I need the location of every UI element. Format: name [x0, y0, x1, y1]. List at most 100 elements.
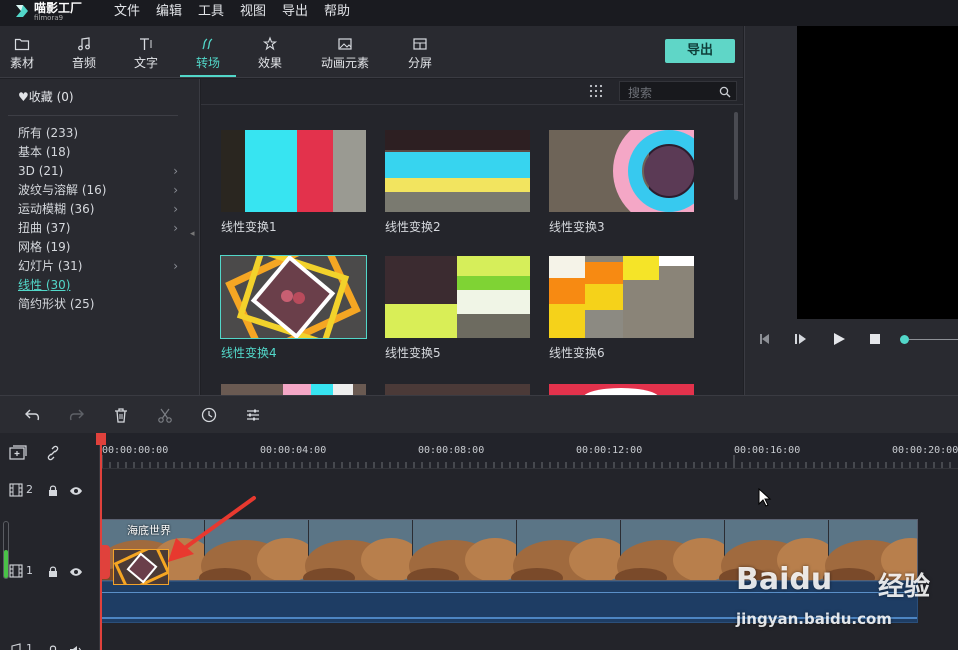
ruler-time-label: 00:00:20:00: [892, 445, 958, 456]
chevron-right-icon: ›: [173, 202, 178, 216]
app-logo: 喵影工厂 filmora9: [14, 2, 82, 24]
tab-label: 动画元素: [320, 56, 369, 70]
playhead[interactable]: [100, 433, 102, 650]
speaker-icon[interactable]: [69, 644, 83, 650]
tab-label: 音频: [71, 56, 96, 70]
chevron-right-icon: ›: [173, 221, 178, 235]
category-label: 幻灯片 (31): [18, 259, 83, 273]
category-sidebar: ♥收藏 (0) 所有 (233) 基本 (18) 3D (21) › 波纹与溶解 …: [0, 79, 200, 395]
tab-label: 转场: [195, 56, 220, 70]
transition-preview-partial: [549, 384, 694, 395]
transition-preview-partial: [385, 384, 530, 395]
grid-view-icon[interactable]: [589, 84, 603, 98]
category-warp[interactable]: 扭曲 (37) ›: [18, 219, 186, 238]
baidu-watermark: Baidu 经验 jingyan.baidu.com: [728, 540, 953, 645]
stop-icon[interactable]: [867, 331, 883, 347]
category-all[interactable]: 所有 (233): [18, 124, 186, 143]
previous-frame-icon[interactable]: [757, 331, 773, 347]
text-icon: [140, 38, 152, 50]
ruler-time-label: 00:00:04:00: [260, 445, 327, 456]
watermark-cn: 经验: [878, 572, 931, 602]
folder-icon: [14, 38, 30, 51]
collapse-sidebar-icon[interactable]: ◂: [190, 229, 195, 239]
category-label: 简约形状 (25): [18, 297, 95, 311]
category-simple-shapes[interactable]: 简约形状 (25): [18, 295, 186, 314]
speed-clock-icon[interactable]: [200, 406, 218, 424]
image-icon: [338, 38, 352, 50]
tab-elements[interactable]: 动画元素: [314, 26, 376, 77]
tab-split-screen[interactable]: 分屏: [392, 26, 448, 77]
tab-transitions[interactable]: 转场: [180, 26, 236, 77]
lock-icon[interactable]: [46, 565, 60, 579]
category-ripple-dissolve[interactable]: 波纹与溶解 (16) ›: [18, 181, 186, 200]
search-icon[interactable]: [719, 86, 731, 98]
transition-thumbnail[interactable]: [385, 256, 530, 338]
ruler-ticks: [101, 455, 951, 468]
link-icon[interactable]: [44, 444, 62, 462]
track-number: 1: [26, 642, 33, 650]
library-scrollbar[interactable]: [734, 112, 738, 200]
tab-label: 效果: [257, 56, 282, 70]
category-label: 扭曲 (37): [18, 221, 71, 235]
menu-help[interactable]: 帮助: [324, 3, 350, 21]
transition-thumbnail[interactable]: [549, 130, 694, 212]
category-linear[interactable]: 线性 (30): [18, 276, 186, 295]
menu-tools[interactable]: 工具: [198, 3, 224, 21]
favorites-item[interactable]: ♥收藏 (0): [18, 88, 74, 105]
play-icon[interactable]: [831, 331, 847, 347]
category-basic[interactable]: 基本 (18): [18, 143, 186, 162]
transition-thumbnail[interactable]: [549, 382, 694, 395]
library-toolbar: 搜索: [201, 79, 743, 105]
menu-export[interactable]: 导出: [282, 3, 308, 21]
undo-icon[interactable]: [24, 406, 42, 424]
tab-audio[interactable]: 音频: [56, 26, 112, 77]
category-label: 线性 (30): [18, 278, 71, 292]
tab-text[interactable]: 文字: [118, 26, 174, 77]
timeline-ruler[interactable]: 00:00:00:00 00:00:04:00 00:00:08:00 00:0…: [100, 433, 958, 469]
search-input[interactable]: 搜索: [619, 81, 737, 101]
linear-transition-1-preview: [221, 130, 366, 212]
export-button[interactable]: 导出: [665, 39, 735, 63]
playback-slider-handle[interactable]: [900, 335, 909, 344]
adjust-sliders-icon[interactable]: [244, 406, 262, 424]
eye-icon[interactable]: [69, 484, 83, 498]
thumbnail-label: 线性变换5: [385, 346, 441, 360]
track-number: 1: [26, 564, 33, 577]
thumbnail-label: 线性变换1: [221, 220, 277, 234]
timeline-toolbar: [0, 395, 958, 433]
category-motion-blur[interactable]: 运动模糊 (36) ›: [18, 200, 186, 219]
ruler-time-label: 00:00:00:00: [102, 445, 169, 456]
search-placeholder: 搜索: [628, 86, 653, 100]
tab-effects[interactable]: 效果: [242, 26, 298, 77]
redo-icon[interactable]: [67, 406, 85, 424]
eye-icon[interactable]: [69, 565, 83, 579]
category-grid[interactable]: 网格 (19): [18, 238, 186, 257]
category-3d[interactable]: 3D (21) ›: [18, 162, 186, 181]
ruler-time-label: 00:00:08:00: [418, 445, 485, 456]
track-headers: 2 1 1: [0, 433, 100, 650]
menu-edit[interactable]: 编辑: [156, 3, 182, 21]
delete-icon[interactable]: [112, 406, 130, 424]
playback-slider-track[interactable]: [909, 339, 958, 340]
transition-thumbnail-selected[interactable]: [220, 255, 367, 339]
transition-thumbnail[interactable]: [385, 130, 530, 212]
cut-icon[interactable]: [156, 406, 174, 424]
category-slideshow[interactable]: 幻灯片 (31) ›: [18, 257, 186, 276]
tab-label: 分屏: [407, 56, 432, 70]
transition-preview-partial: [221, 384, 366, 395]
next-frame-icon[interactable]: [793, 331, 809, 347]
thumbnail-label: 线性变换2: [385, 220, 441, 234]
video-track-icon: [9, 483, 23, 497]
lock-icon[interactable]: [46, 644, 60, 650]
add-track-icon[interactable]: [8, 444, 28, 462]
tab-media[interactable]: 素材: [0, 26, 50, 77]
lock-icon[interactable]: [46, 484, 60, 498]
menu-file[interactable]: 文件: [114, 3, 140, 21]
favorites-label: 收藏 (0): [28, 90, 74, 104]
thumbnail-label-selected: 线性变换4: [221, 346, 277, 360]
menu-view[interactable]: 视图: [240, 3, 266, 21]
transition-thumbnail[interactable]: [549, 256, 694, 338]
transition-thumbnail[interactable]: [385, 382, 530, 395]
transition-thumbnail[interactable]: [221, 382, 366, 395]
transition-thumbnail[interactable]: [221, 130, 366, 212]
